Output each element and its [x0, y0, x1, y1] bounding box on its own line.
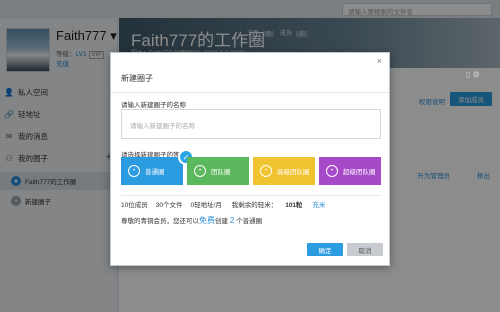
member-note: 尊敬的青铜会员，您还可以免费创建 2 个普通圈	[121, 216, 263, 225]
name-label: 请输入新建圈子的名称	[121, 102, 186, 109]
user-icon: •	[260, 165, 272, 177]
new-circle-dialog: 新建圈子 × 请输入新建圈子的名称 请输入新建圈子的名称 请选择新建圈子的等级 …	[110, 52, 390, 266]
dialog-title: 新建圈子	[121, 74, 153, 83]
close-icon[interactable]: ×	[377, 56, 382, 66]
recharge-link[interactable]: 充米	[312, 202, 325, 209]
tier-team[interactable]: • 团队圈	[187, 157, 249, 185]
circle-name-input[interactable]: 请输入新建圈子的名称	[121, 109, 381, 139]
dialog-header: 新建圈子 ×	[111, 53, 389, 93]
user-icon: •	[194, 165, 206, 177]
cancel-button[interactable]: 取消	[347, 243, 383, 256]
app-window: 请输入要搜索的文件名 Faith777 ▾ 等级：LV1 VIP 充值 👤 私人空间…	[0, 0, 500, 312]
user-icon: •	[128, 165, 140, 177]
tier-advanced-team[interactable]: • 高级团队圈	[253, 157, 315, 185]
user-icon: •	[326, 165, 338, 177]
tier-super-team[interactable]: • 超级团队圈	[319, 157, 381, 185]
view-toggle-icon[interactable]: ▯ ⚙	[466, 70, 492, 79]
divider	[121, 195, 381, 196]
tier-selector: • 普通圈 ✓ • 团队圈 • 高级团队圈 • 超级团队圈	[121, 149, 381, 185]
confirm-button[interactable]: 确定	[307, 243, 343, 256]
tier-normal[interactable]: • 普通圈 ✓	[121, 149, 194, 185]
tier-features: 10位成员 30个文件 0轻地址/月 我剩余的轻米： 101粒 充米	[121, 202, 326, 209]
